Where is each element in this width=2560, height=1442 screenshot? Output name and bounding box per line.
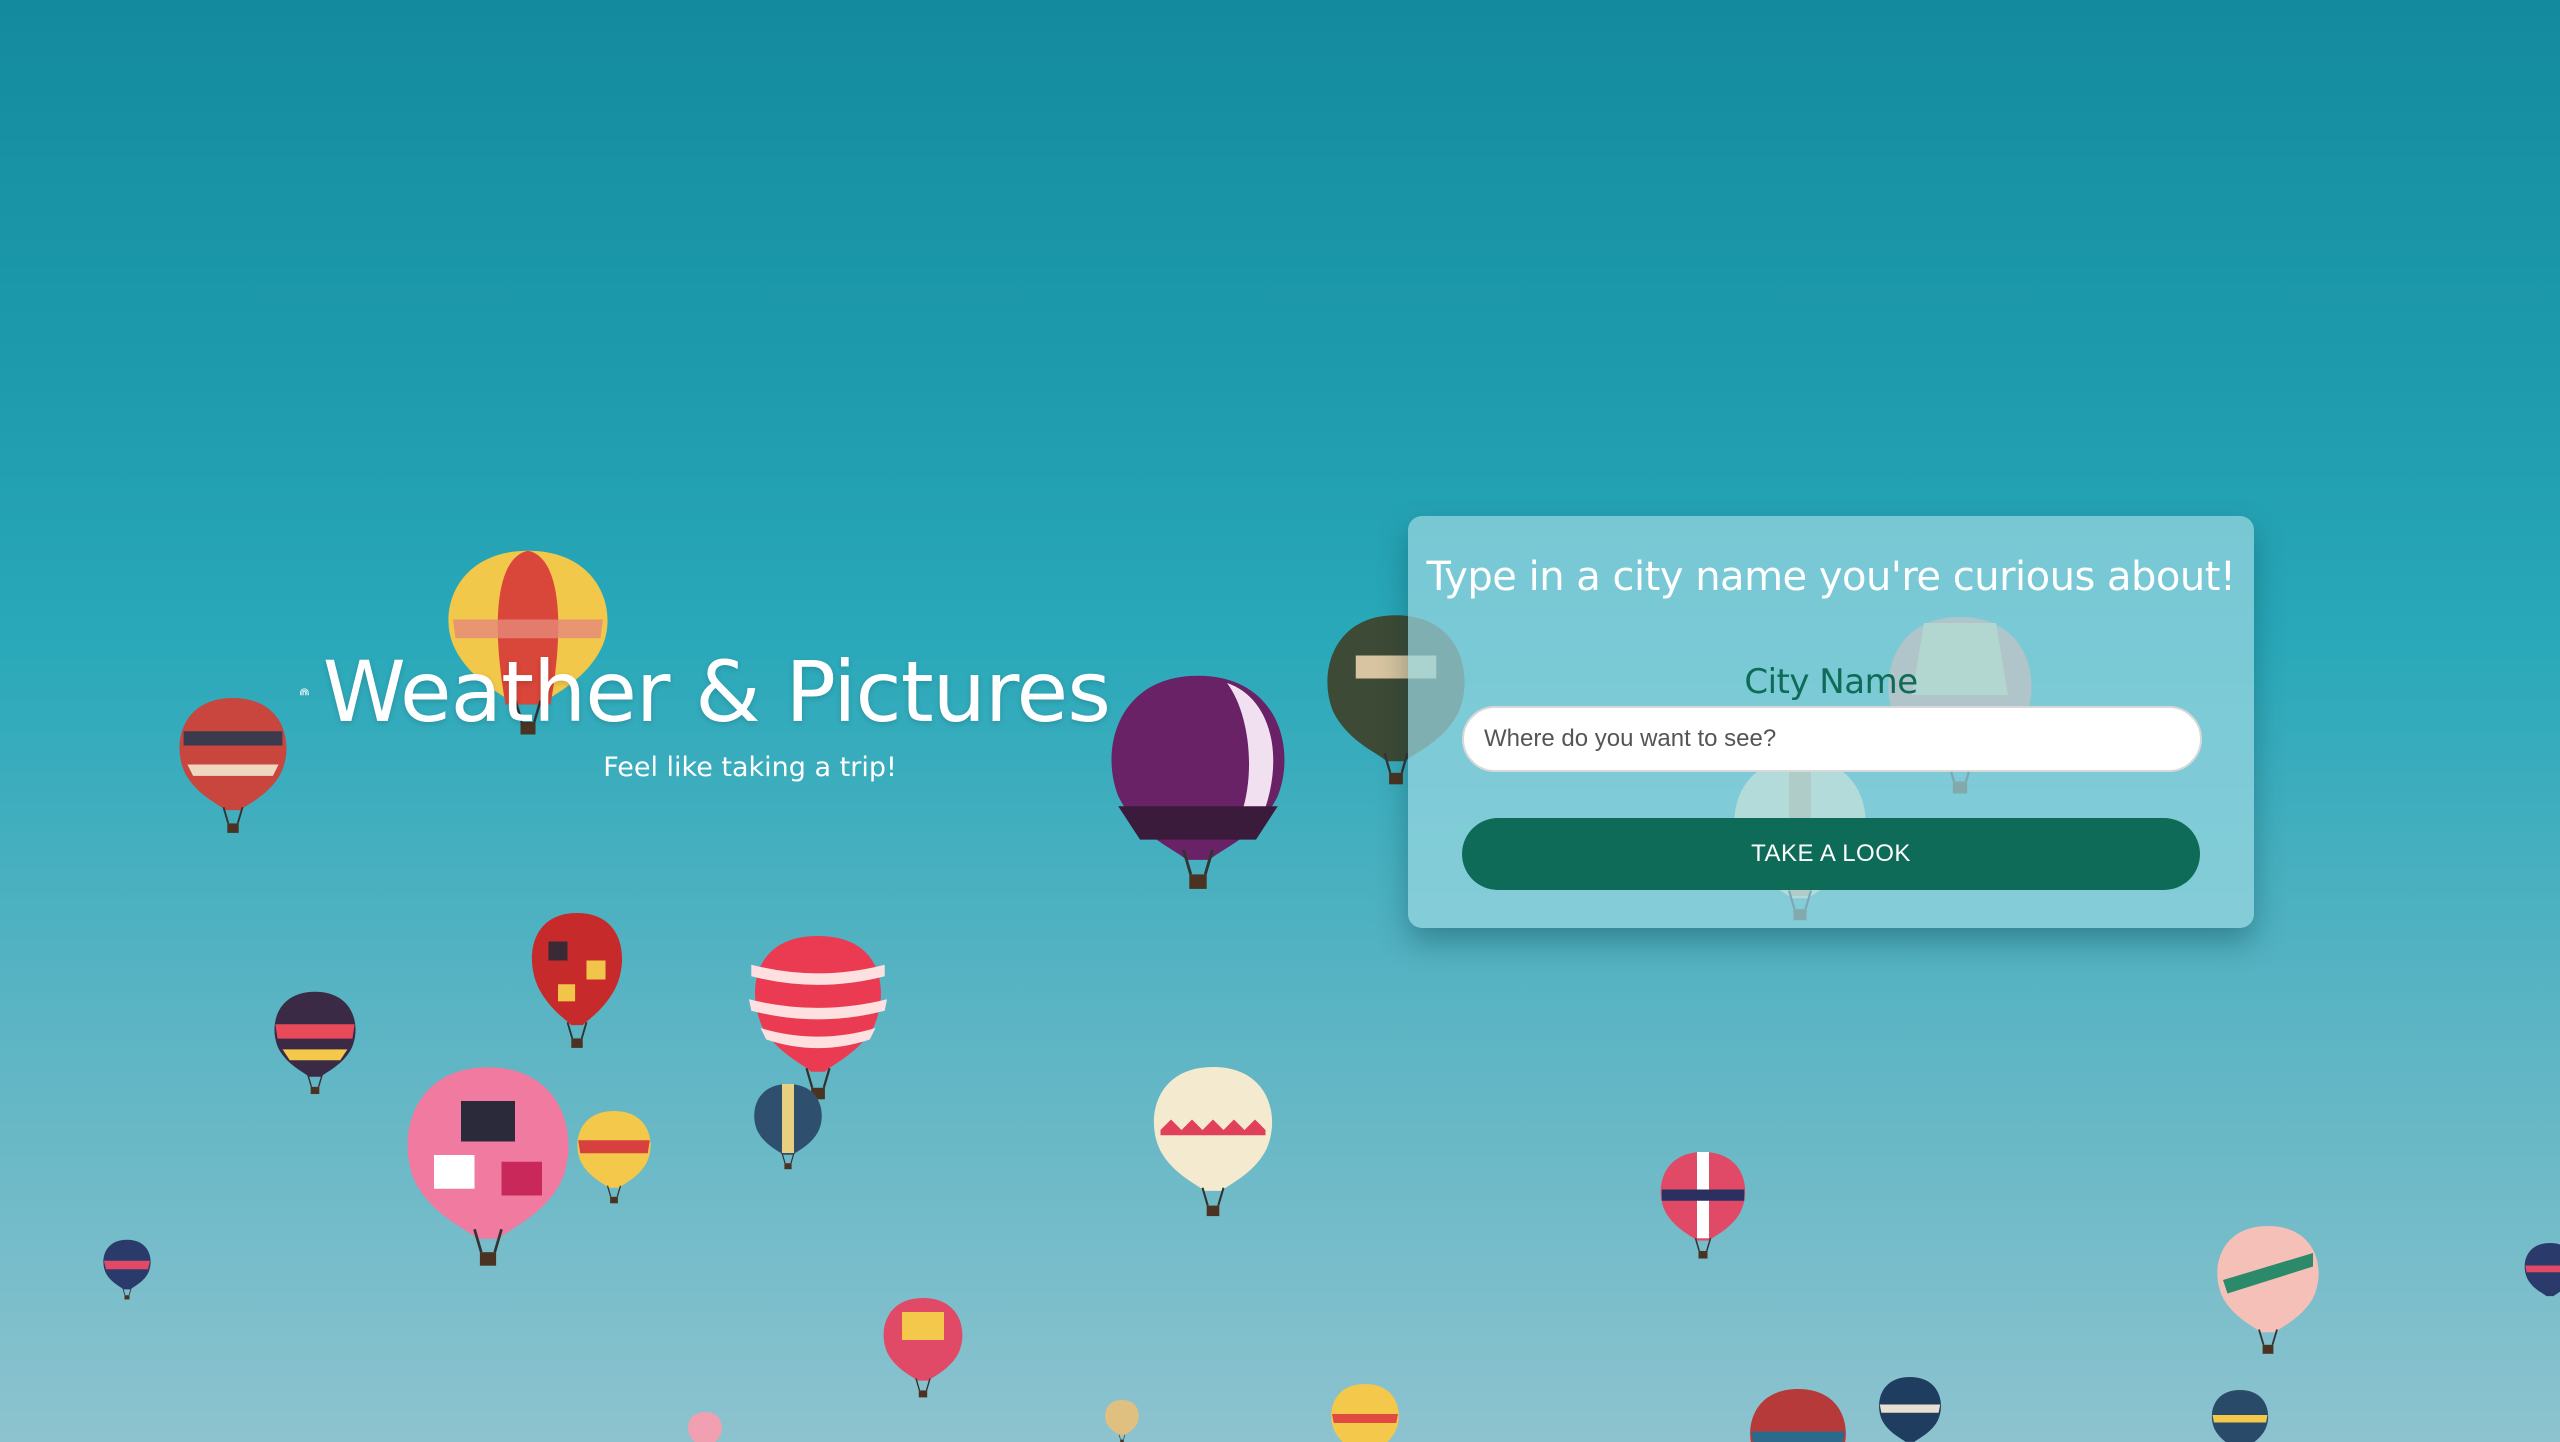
- page-background: Weather & Pictures Feel like taking a tr…: [0, 0, 2560, 1442]
- brand-row: Weather & Pictures: [300, 643, 1111, 741]
- balloon-icon: [883, 1298, 963, 1399]
- city-name-label: City Name: [1744, 662, 1918, 702]
- brand-header: Weather & Pictures Feel like taking a tr…: [300, 643, 1111, 783]
- city-search-card: Type in a city name you're curious about…: [1408, 516, 2254, 928]
- balloon-icon: [531, 913, 623, 1049]
- balloon-icon: [1111, 675, 1285, 891]
- city-name-input[interactable]: [1462, 706, 2202, 772]
- balloon-icon: [407, 1067, 569, 1268]
- balloon-icon: [1750, 1388, 1846, 1442]
- balloon-icon: [2211, 1390, 2269, 1442]
- balloon-icon: [2524, 1242, 2560, 1297]
- app-tagline: Feel like taking a trip!: [603, 752, 897, 783]
- balloon-icon: [1153, 1067, 1273, 1218]
- balloon-icon: [749, 936, 887, 1101]
- balloon-icon: [577, 1111, 651, 1204]
- balloon-icon: [179, 698, 287, 834]
- card-heading: Type in a city name you're curious about…: [1426, 554, 2236, 600]
- balloon-icon: [103, 1239, 151, 1300]
- balloon-icon: [754, 1084, 822, 1170]
- balloon-icon: [2217, 1226, 2319, 1355]
- app-title: Weather & Pictures: [322, 643, 1111, 741]
- take-a-look-button[interactable]: TAKE A LOOK: [1462, 818, 2200, 890]
- balloon-icon: [1879, 1377, 1941, 1442]
- balloon-icon: [1660, 1152, 1746, 1260]
- balloon-icon: [688, 1411, 722, 1442]
- balloon-icon: [1105, 1400, 1139, 1442]
- balloon-icon: [1331, 1383, 1399, 1442]
- rainbow-icon: [300, 688, 309, 696]
- balloon-icon: [274, 991, 356, 1095]
